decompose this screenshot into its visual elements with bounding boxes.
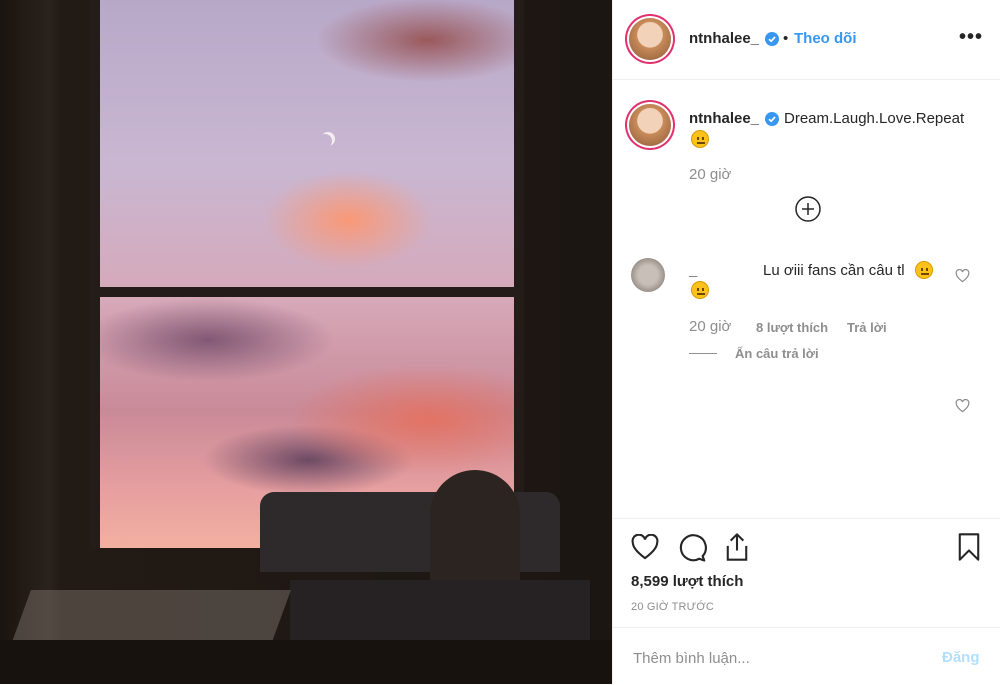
caption-text: Dream.Laugh.Love.Repeat	[784, 110, 965, 127]
post-actions: 8,599 lượt thích 20 GIỜ TRƯỚC	[613, 518, 1000, 628]
follow-button[interactable]: Theo dõi	[794, 30, 857, 47]
comment-time[interactable]: 20 giờ	[689, 318, 731, 335]
post-side-panel: ntnhalee_ • Theo dõi ••• ntnhalee_ Dream…	[612, 0, 1000, 684]
person-silhouette	[430, 470, 520, 590]
unamused-face-icon	[691, 281, 709, 299]
likes-count[interactable]: 8,599 lượt thích	[631, 573, 743, 590]
more-dots-icon[interactable]: •••	[959, 26, 983, 49]
hide-replies-button[interactable]: Ẩn câu trả lời	[735, 346, 819, 361]
separator-dot: •	[783, 30, 789, 47]
author-avatar[interactable]	[629, 18, 671, 60]
share-icon[interactable]	[723, 532, 751, 562]
post-comment-button[interactable]: Đăng	[942, 649, 980, 666]
verified-badge-icon	[765, 32, 779, 46]
comment-likes-count[interactable]: 8 lượt thích	[756, 320, 828, 335]
comment-bubble-icon[interactable]	[677, 533, 707, 563]
caption-time[interactable]: 20 giờ	[689, 166, 731, 183]
add-comment-bar: Đăng	[613, 627, 1000, 685]
unamused-face-icon	[915, 261, 933, 279]
commenter-username[interactable]: _	[689, 262, 697, 279]
photo-sky	[98, 0, 516, 548]
reply-button[interactable]: Trả lời	[847, 320, 887, 335]
caption-author-avatar[interactable]	[629, 104, 671, 146]
like-heart-icon[interactable]	[631, 534, 659, 560]
comment-like-heart-icon[interactable]	[955, 269, 970, 283]
moon-shape	[318, 134, 332, 148]
verified-badge-icon	[765, 112, 779, 126]
add-comment-input[interactable]	[631, 646, 935, 670]
commenter-avatar[interactable]	[631, 258, 665, 292]
reply-like-heart-icon[interactable]	[955, 399, 970, 413]
replies-divider	[689, 353, 717, 354]
grimacing-face-icon	[691, 130, 709, 148]
caption-username[interactable]: ntnhalee_	[689, 110, 759, 127]
comment-text: Lu ơiii fans cần câu tl	[763, 262, 905, 279]
save-bookmark-icon[interactable]	[957, 532, 981, 562]
post-photo[interactable]	[0, 0, 612, 684]
author-username[interactable]: ntnhalee_	[689, 30, 759, 47]
instagram-post-modal: ntnhalee_ • Theo dõi ••• ntnhalee_ Dream…	[0, 0, 1000, 684]
load-more-comments-icon[interactable]	[794, 195, 822, 223]
post-time[interactable]: 20 GIỜ TRƯỚC	[631, 601, 714, 613]
post-header: ntnhalee_ • Theo dõi •••	[613, 0, 1000, 80]
